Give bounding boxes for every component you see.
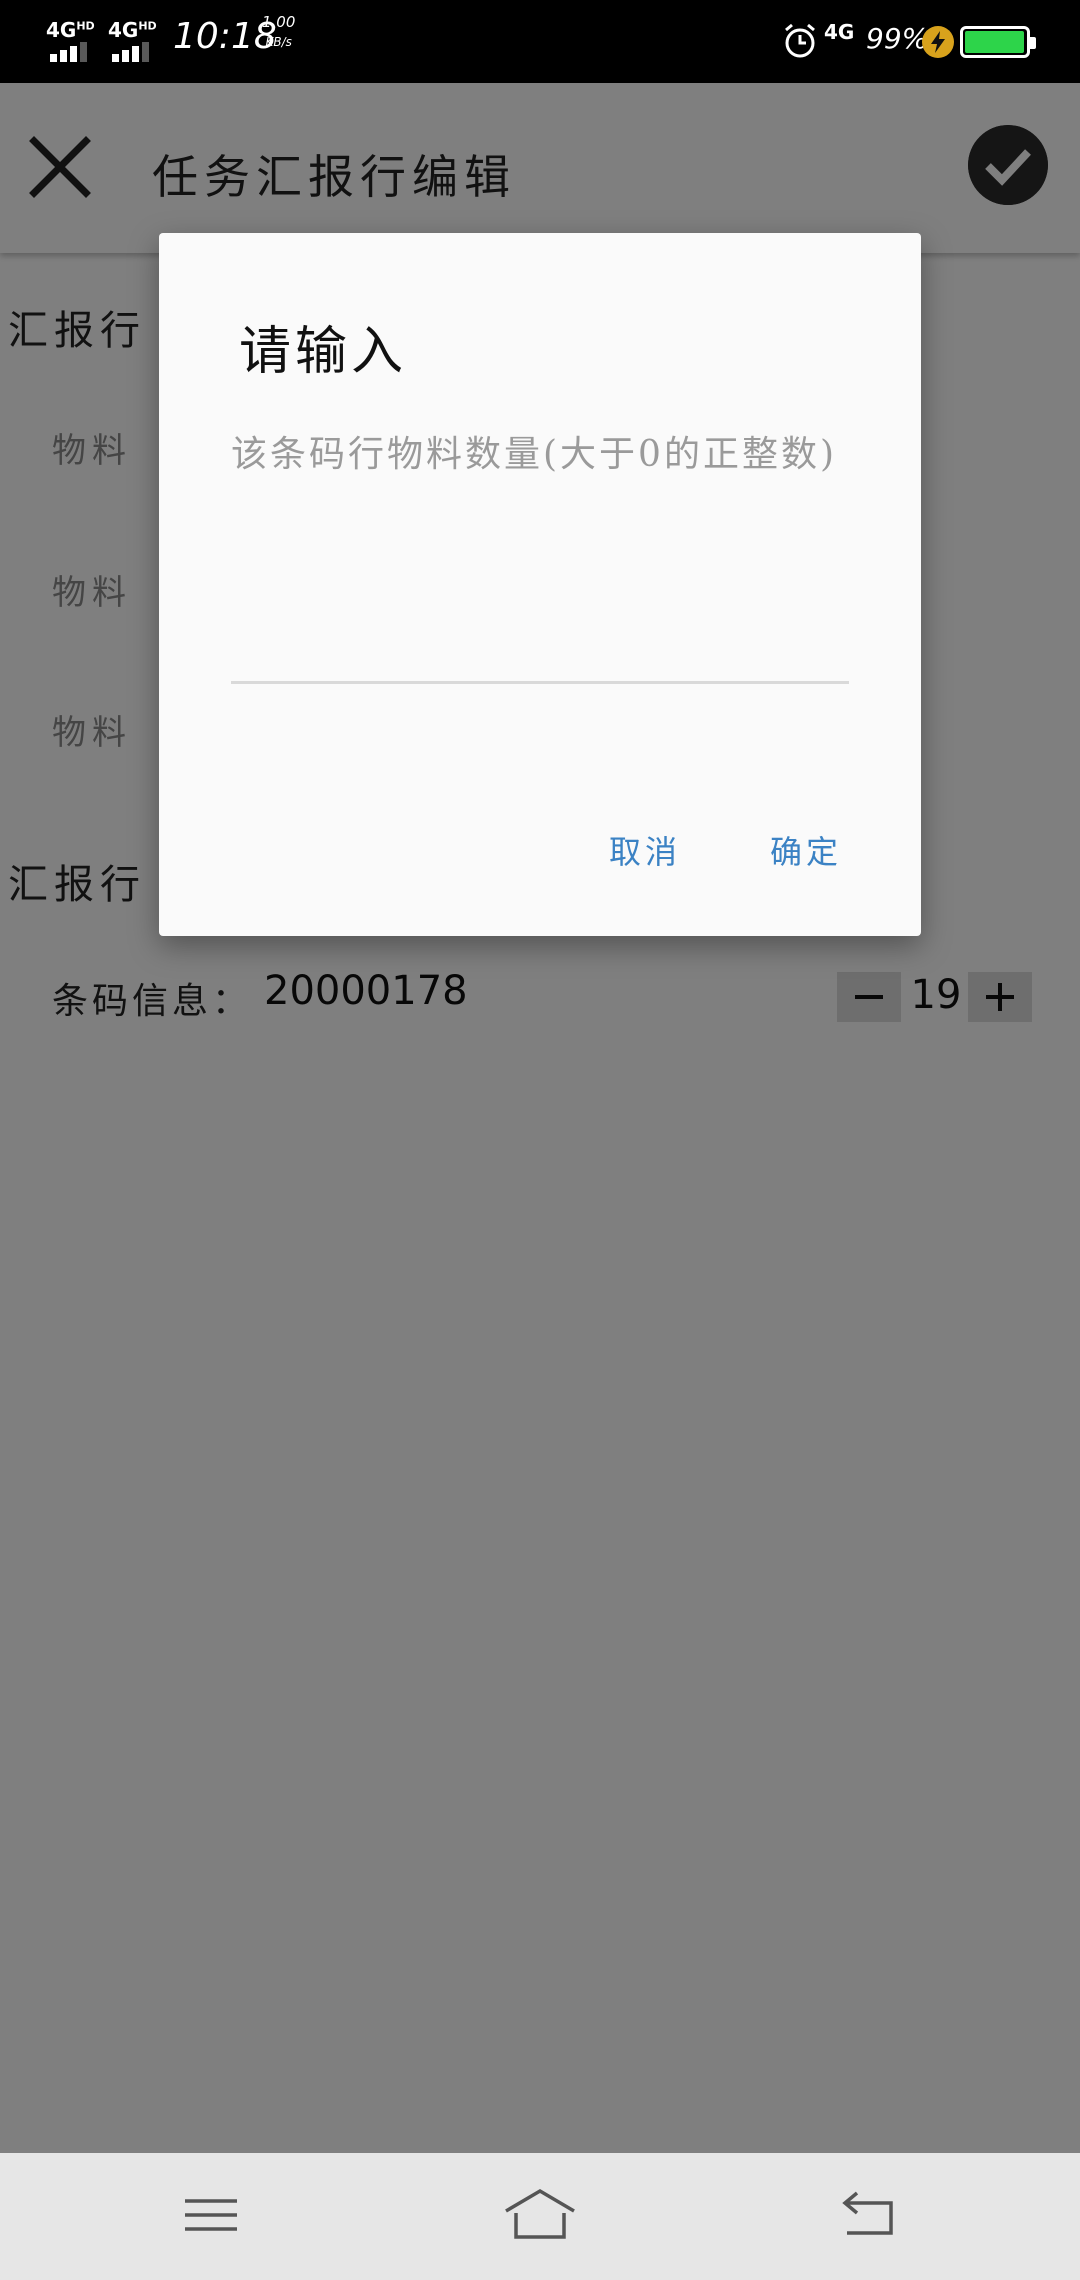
- quantity-input[interactable]: 该条码行物料数量(大于0的正整数): [231, 425, 849, 519]
- input-underline: [231, 681, 849, 684]
- menu-icon[interactable]: [171, 2183, 251, 2247]
- speed-unit: KB/s: [265, 35, 292, 49]
- battery-percent: 99%: [866, 22, 929, 55]
- cancel-button[interactable]: 取消: [609, 827, 681, 873]
- network-type: 4G: [824, 20, 855, 44]
- dialog-title: 请输入: [239, 322, 408, 382]
- network-speed: 1.00 KB/s: [262, 12, 295, 52]
- sim1-label: 4GHD: [46, 18, 95, 42]
- speed-value: 1.00: [262, 13, 296, 31]
- ok-button[interactable]: 确定: [770, 827, 842, 873]
- input-dialog: 请输入 该条码行物料数量(大于0的正整数) 取消 确定: [159, 233, 921, 936]
- sim2-label: 4GHD: [108, 18, 157, 42]
- charging-icon: [922, 26, 954, 58]
- battery-fill: [965, 31, 1024, 53]
- alarm-icon: [785, 23, 815, 58]
- status-bar: 4GHD 4GHD 10:18 1.00 KB/s 4G 99%: [0, 0, 1080, 83]
- battery-icon: [960, 26, 1036, 58]
- sim1-signal-icon: 4GHD: [46, 18, 102, 62]
- home-icon[interactable]: [500, 2183, 580, 2247]
- navigation-bar: [0, 2153, 1080, 2280]
- back-icon[interactable]: [829, 2183, 909, 2247]
- sim2-signal-icon: 4GHD: [108, 18, 164, 62]
